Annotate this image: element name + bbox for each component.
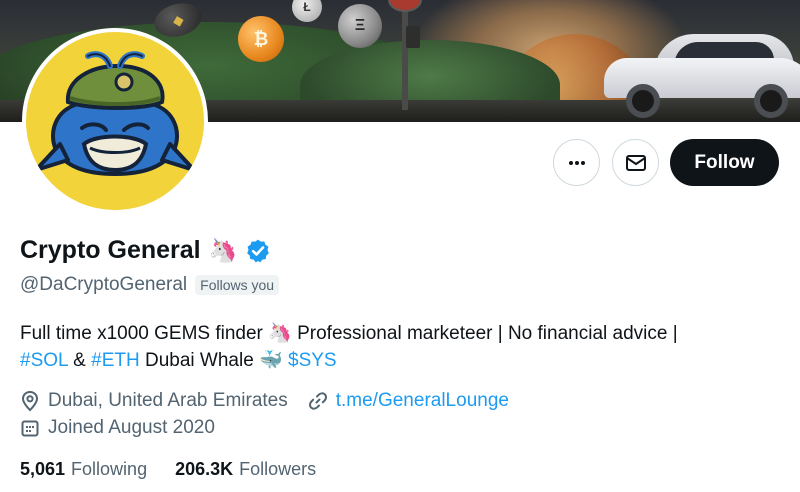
unicorn-icon: 🦄	[208, 238, 238, 264]
followers-count: 206.3K	[175, 459, 234, 479]
banner-lamp	[406, 26, 420, 48]
joined-item: Joined August 2020	[20, 417, 215, 439]
bio: Full time x1000 GEMS finder 🦄 Profession…	[20, 320, 780, 374]
cashtag-sys-link[interactable]: $SYS	[288, 350, 337, 371]
banner-car	[604, 34, 800, 118]
follow-button[interactable]: Follow	[670, 139, 779, 186]
link-icon	[308, 392, 327, 410]
location-text: Dubai, United Arab Emirates	[48, 390, 288, 411]
banner-sign	[388, 0, 422, 12]
following-link[interactable]: 5,061 Following	[20, 459, 147, 480]
handle: @DaCryptoGeneral	[20, 274, 188, 295]
banner-pole	[402, 0, 408, 110]
follow-stats: 5,061 Following 206.3K Followers	[20, 459, 316, 480]
followers-label: Followers	[239, 459, 317, 479]
btc-coin-icon: ₿	[238, 16, 284, 62]
location-pin-icon	[21, 390, 39, 412]
whale-general-logo-icon	[34, 51, 196, 177]
bio-text: Dubai Whale	[139, 350, 260, 371]
profile-meta: Dubai, United Arab Emirates t.me/General…	[20, 390, 509, 412]
joined-text: Joined August 2020	[48, 417, 215, 438]
name-row: Crypto General 🦄	[20, 236, 271, 265]
website-item: t.me/GeneralLounge	[308, 390, 509, 412]
verified-badge-icon[interactable]	[245, 238, 271, 264]
bio-text: Full time x1000 GEMS finder	[20, 323, 269, 344]
ltc-coin-icon: Ł	[292, 0, 322, 22]
location-item: Dubai, United Arab Emirates	[20, 390, 288, 412]
more-button[interactable]	[553, 139, 600, 186]
follows-you-badge: Follows you	[195, 275, 280, 295]
bio-text: &	[67, 350, 92, 371]
eth-coin-icon: Ξ	[338, 4, 382, 48]
hashtag-eth-link[interactable]: #ETH	[91, 350, 140, 371]
avatar[interactable]	[22, 28, 208, 214]
envelope-icon	[625, 154, 646, 171]
avatar-image	[26, 32, 204, 210]
website-link[interactable]: t.me/GeneralLounge	[336, 390, 509, 412]
more-icon	[568, 160, 585, 165]
unicorn-icon: 🦄	[268, 322, 292, 344]
following-label: Following	[71, 459, 148, 479]
following-count: 5,061	[20, 459, 66, 479]
handle-row: @DaCryptoGeneral Follows you	[20, 274, 280, 296]
bio-text: Professional marketeer | No financial ad…	[291, 323, 678, 344]
followers-link[interactable]: 206.3K Followers	[175, 459, 316, 480]
hashtag-sol-link[interactable]: #SOL	[20, 350, 68, 371]
message-button[interactable]	[612, 139, 659, 186]
whale-icon: 🐳	[259, 349, 283, 371]
display-name: Crypto General	[20, 236, 201, 264]
calendar-icon	[21, 420, 39, 437]
